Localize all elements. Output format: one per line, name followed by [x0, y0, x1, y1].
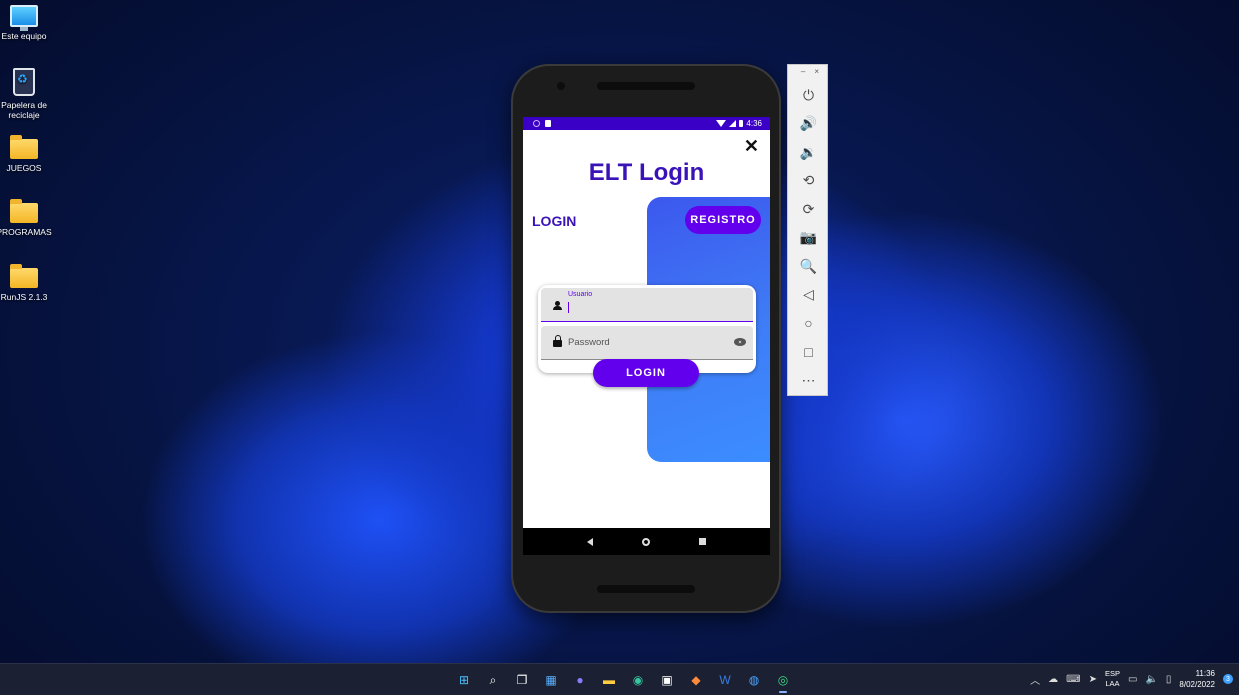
desktop-icon-runjs[interactable]: RunJS 2.1.3 [0, 262, 52, 302]
nav-recents-icon[interactable] [698, 538, 706, 545]
system-tray: ︿ ☁ ⌨ ➤ ESP LAA ▭ 🔈 ▯ 11:36 8/02/2022 3 [1030, 668, 1233, 690]
android-studio-icon[interactable]: ◎ [771, 668, 795, 693]
android-emulator-device: 4:36 ✕ ELT Login LOGIN REGISTRO Usuario … [511, 64, 781, 613]
username-floating-label: Usuario [568, 291, 593, 298]
home-icon[interactable]: ○ [788, 309, 829, 338]
windows-taskbar: ⊞ ⌕ ❐ ▦ ● ▬ ◉ ▣ ◆ W ◍ ◎ ︿ ☁ ⌨ ➤ ESP LAA … [0, 663, 1239, 695]
language-code: ESP [1104, 669, 1120, 678]
edge-icon[interactable]: ◉ [626, 668, 650, 692]
signal-icon [729, 120, 737, 127]
desktop-icon-label: Este equipo [1, 31, 47, 41]
android-nav-bar [523, 528, 770, 555]
desktop-icon-este-equipo[interactable]: Este equipo [0, 5, 52, 41]
desktop-icon-label: Papelera de reciclaje [1, 100, 47, 120]
front-camera [557, 82, 565, 90]
desktop-icon-label: PROGRAMAS [0, 227, 52, 237]
chevron-up-icon[interactable]: ︿ [1030, 672, 1040, 687]
computer-icon [10, 5, 38, 31]
volume-down-icon[interactable]: 🔉 [788, 138, 829, 167]
volume-up-icon[interactable]: 🔊 [788, 110, 829, 139]
start-icon[interactable]: ⊞ [452, 668, 476, 692]
clock-time: 11:36 [1195, 669, 1215, 678]
keyboard-icon[interactable]: ⌨ [1066, 674, 1080, 685]
nav-home-icon[interactable] [641, 537, 650, 546]
login-screen: ✕ ELT Login LOGIN REGISTRO Usuario Passw… [523, 130, 770, 528]
file-explorer-icon[interactable]: ▬ [597, 668, 621, 692]
rotate-left-icon[interactable]: ⟲ [788, 167, 829, 196]
tab-login[interactable]: LOGIN [532, 213, 576, 229]
status-time: 4:36 [746, 119, 762, 128]
network-icon[interactable]: ▭ [1128, 674, 1137, 685]
folder-icon [10, 135, 38, 159]
taskbar-clock[interactable]: 11:36 8/02/2022 [1179, 668, 1215, 690]
store-icon[interactable]: ▣ [655, 668, 679, 692]
location-icon[interactable]: ➤ [1089, 674, 1097, 685]
desktop-icon-label: RunJS 2.1.3 [0, 292, 48, 302]
desktop-icon-programas[interactable]: PROGRAMAS [0, 197, 52, 237]
word-icon[interactable]: W [713, 668, 737, 692]
chat-icon[interactable]: ● [568, 668, 592, 692]
zoom-icon[interactable]: 🔍 [788, 252, 829, 281]
taskbar-apps: ⊞ ⌕ ❐ ▦ ● ▬ ◉ ▣ ◆ W ◍ ◎ [452, 668, 795, 693]
device-screen[interactable]: 4:36 ✕ ELT Login LOGIN REGISTRO Usuario … [523, 117, 770, 555]
more-icon[interactable]: ⋯ [788, 366, 829, 395]
cloud-icon[interactable]: ☁ [1048, 674, 1058, 685]
power-icon[interactable]: ⏻ [788, 81, 829, 110]
nav-back-icon[interactable] [587, 537, 594, 546]
person-icon [553, 301, 562, 310]
text-cursor [568, 302, 569, 313]
back-icon[interactable]: ◁ [788, 281, 829, 310]
overview-icon[interactable]: □ [788, 338, 829, 367]
close-icon[interactable]: × [814, 67, 819, 81]
widgets-icon[interactable]: ▦ [539, 668, 563, 692]
app-icon[interactable]: ◍ [742, 668, 766, 692]
volume-icon[interactable]: 🔈 [1145, 674, 1157, 685]
sd-card-icon [545, 120, 551, 127]
earpiece-speaker [597, 82, 695, 90]
emulator-toolbar: – × ⏻ 🔊 🔉 ⟲ ⟳ 📷 🔍 ◁ ○ □ ⋯ [787, 64, 828, 396]
git-icon[interactable]: ◆ [684, 668, 708, 692]
lock-icon [553, 335, 562, 347]
login-button[interactable]: LOGIN [593, 359, 699, 387]
username-field[interactable]: Usuario [541, 288, 753, 322]
recycle-bin-icon [13, 68, 35, 96]
minimize-icon[interactable]: – [801, 67, 805, 81]
rotate-right-icon[interactable]: ⟳ [788, 195, 829, 224]
clock-date: 8/02/2022 [1179, 680, 1215, 689]
task-view-icon[interactable]: ❐ [510, 668, 534, 692]
app-title: ELT Login [588, 159, 705, 186]
language-layout: LAA [1105, 679, 1120, 688]
battery-icon [739, 120, 744, 127]
battery-icon[interactable]: ▯ [1166, 674, 1172, 685]
password-placeholder: Password [568, 337, 610, 348]
desktop-icon-juegos[interactable]: JUEGOS [0, 133, 52, 173]
desktop-icon-papelera[interactable]: Papelera de reciclaje [0, 68, 52, 120]
password-field[interactable]: Password [541, 326, 753, 360]
desktop-icon-label: JUEGOS [6, 163, 42, 173]
eye-icon[interactable] [734, 338, 746, 346]
notification-badge[interactable]: 3 [1223, 674, 1233, 684]
folder-icon [10, 264, 38, 288]
search-icon[interactable]: ⌕ [481, 668, 505, 692]
close-icon[interactable]: ✕ [744, 136, 759, 157]
bottom-speaker [597, 585, 695, 593]
camera-icon[interactable]: 📷 [788, 224, 829, 253]
wifi-icon [716, 120, 727, 127]
language-indicator[interactable]: ESP LAA [1105, 669, 1120, 689]
android-status-bar: 4:36 [523, 117, 770, 130]
notification-dot-icon [533, 120, 540, 127]
folder-icon [10, 199, 38, 223]
registro-button[interactable]: REGISTRO [685, 206, 761, 234]
